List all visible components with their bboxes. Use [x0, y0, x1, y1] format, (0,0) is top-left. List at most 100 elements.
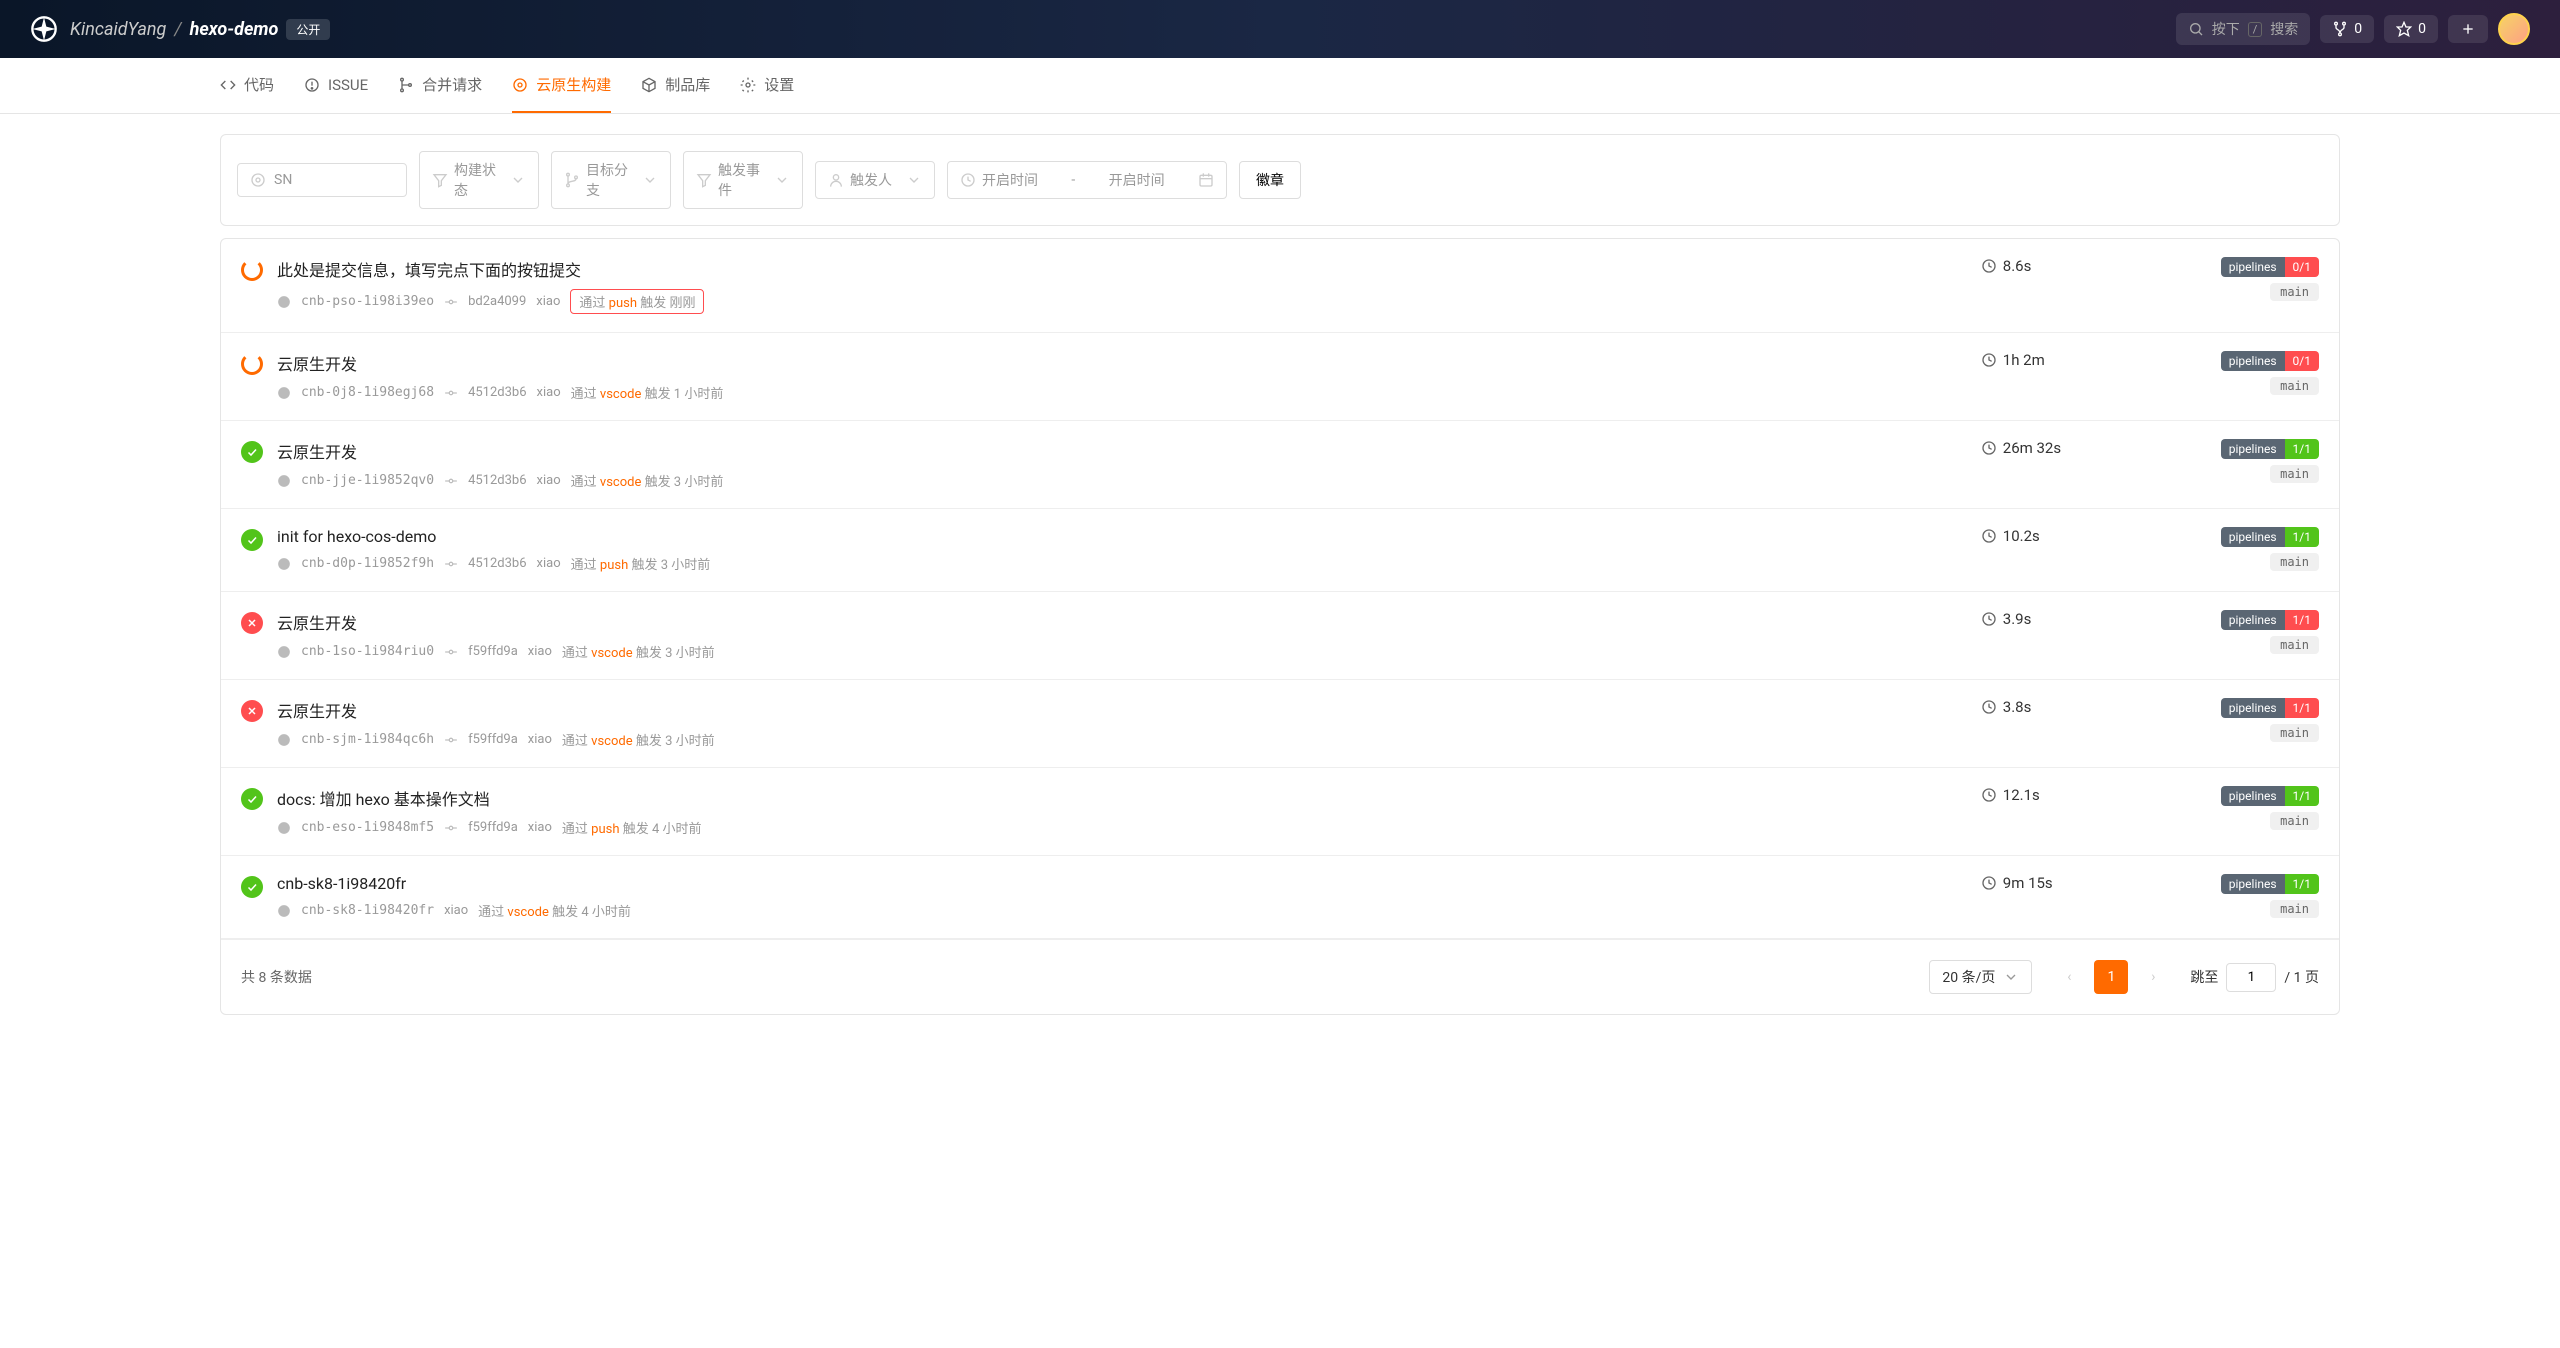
build-title[interactable]: 此处是提交信息，填写完点下面的按钮提交: [277, 257, 1981, 281]
build-id[interactable]: cnb-jje-1i9852qv0: [301, 473, 434, 488]
branch-tag[interactable]: main: [2270, 377, 2319, 395]
trigger-type: vscode: [600, 475, 641, 490]
build-user[interactable]: xiao: [528, 820, 552, 835]
build-row[interactable]: docs: 增加 hexo 基本操作文档 cnb-eso-1i9848mf5 f…: [221, 768, 2339, 856]
build-duration: 9m 15s: [1981, 874, 2221, 892]
build-commit[interactable]: f59ffd9a: [468, 644, 518, 659]
build-id[interactable]: cnb-1so-1i984riu0: [301, 644, 434, 659]
pipeline-badge[interactable]: pipelines 1/1: [2221, 610, 2319, 630]
pipeline-badge[interactable]: pipelines 1/1: [2221, 698, 2319, 718]
trigger-info: 通过 vscode 触发 3 小时前: [562, 730, 715, 749]
trigger-prefix: 通过: [478, 905, 504, 920]
build-row[interactable]: 云原生开发 cnb-1so-1i984riu0 f59ffd9a xiao 通过…: [221, 592, 2339, 680]
build-id[interactable]: cnb-sjm-1i984qc6h: [301, 732, 434, 747]
tab-pr[interactable]: 合并请求: [398, 58, 482, 113]
build-title[interactable]: 云原生开发: [277, 351, 1981, 375]
build-user[interactable]: xiao: [537, 385, 561, 400]
page-prev[interactable]: ‹: [2052, 960, 2086, 994]
build-commit[interactable]: 4512d3b6: [468, 385, 526, 400]
build-commit[interactable]: f59ffd9a: [468, 820, 518, 835]
build-title[interactable]: 云原生开发: [277, 439, 1981, 463]
filter-icon: [696, 172, 712, 188]
trigger-prefix: 通过: [562, 822, 588, 837]
page-jump-input[interactable]: [2226, 963, 2276, 992]
search-input[interactable]: 按下 / 搜索: [2176, 13, 2311, 45]
build-title[interactable]: 云原生开发: [277, 610, 1981, 634]
build-row[interactable]: init for hexo-cos-demo cnb-d0p-1i9852f9h…: [221, 509, 2339, 592]
build-commit[interactable]: f59ffd9a: [468, 732, 518, 747]
pipeline-badge[interactable]: pipelines 1/1: [2221, 874, 2319, 894]
filter-date-range[interactable]: 开启时间 - 开启时间: [947, 161, 1227, 199]
page-current[interactable]: 1: [2094, 960, 2128, 994]
filter-status-select[interactable]: 构建状态: [419, 151, 539, 209]
trigger-type: vscode: [591, 734, 632, 749]
build-user[interactable]: xiao: [444, 903, 468, 918]
build-id[interactable]: cnb-eso-1i9848mf5: [301, 820, 434, 835]
trigger-info: 通过 vscode 触发 1 小时前: [571, 383, 724, 402]
tab-build[interactable]: 云原生构建: [512, 58, 611, 113]
commit-icon: [444, 474, 458, 488]
build-title[interactable]: docs: 增加 hexo 基本操作文档: [277, 786, 1981, 810]
add-button[interactable]: [2448, 15, 2488, 43]
tab-artifact[interactable]: 制品库: [641, 58, 710, 113]
filter-trigger-select[interactable]: 触发人: [815, 161, 935, 199]
pipeline-badge[interactable]: pipelines 0/1: [2221, 257, 2319, 277]
build-duration: 3.8s: [1981, 698, 2221, 716]
pipeline-badge[interactable]: pipelines 0/1: [2221, 351, 2319, 371]
build-user[interactable]: xiao: [536, 294, 560, 309]
per-page-select[interactable]: 20 条/页: [1929, 960, 2032, 994]
tab-issue[interactable]: ISSUE: [304, 58, 368, 113]
badge-button[interactable]: 徽章: [1239, 161, 1301, 199]
tab-settings[interactable]: 设置: [740, 58, 794, 113]
build-user[interactable]: xiao: [528, 644, 552, 659]
build-user[interactable]: xiao: [537, 473, 561, 488]
pipeline-badge[interactable]: pipelines 1/1: [2221, 786, 2319, 806]
build-id[interactable]: cnb-sk8-1i98420fr: [301, 903, 434, 918]
clock-icon: [1981, 699, 1997, 715]
build-id[interactable]: cnb-d0p-1i9852f9h: [301, 556, 434, 571]
build-badges: pipelines 0/1 main: [2221, 257, 2319, 301]
branch-tag[interactable]: main: [2270, 812, 2319, 830]
build-user[interactable]: xiao: [528, 732, 552, 747]
branch-tag[interactable]: main: [2270, 465, 2319, 483]
tab-code[interactable]: 代码: [220, 58, 274, 113]
build-commit[interactable]: 4512d3b6: [468, 473, 526, 488]
build-row[interactable]: cnb-sk8-1i98420fr cnb-sk8-1i98420fr xiao…: [221, 856, 2339, 939]
build-meta: cnb-pso-1i98i39eo bd2a4099 xiao 通过 push …: [277, 289, 1981, 314]
build-title[interactable]: 云原生开发: [277, 698, 1981, 722]
pipeline-label: pipelines: [2221, 874, 2285, 894]
pipeline-badge[interactable]: pipelines 1/1: [2221, 527, 2319, 547]
branch-tag[interactable]: main: [2270, 553, 2319, 571]
build-row[interactable]: 此处是提交信息，填写完点下面的按钮提交 cnb-pso-1i98i39eo bd…: [221, 239, 2339, 333]
build-commit[interactable]: bd2a4099: [468, 294, 526, 309]
trigger-info: 通过 push 触发 3 小时前: [571, 554, 711, 573]
breadcrumb-repo[interactable]: hexo-demo: [190, 19, 279, 40]
branch-tag[interactable]: main: [2270, 724, 2319, 742]
avatar[interactable]: [2498, 13, 2530, 45]
status-fail-icon: [241, 700, 263, 722]
build-row[interactable]: 云原生开发 cnb-0j8-1i98egj68 4512d3b6 xiao 通过…: [221, 333, 2339, 421]
build-row[interactable]: 云原生开发 cnb-sjm-1i984qc6h f59ffd9a xiao 通过…: [221, 680, 2339, 768]
branch-tag[interactable]: main: [2270, 636, 2319, 654]
build-main: 云原生开发 cnb-1so-1i984riu0 f59ffd9a xiao 通过…: [277, 610, 1981, 661]
clock-icon: [1981, 787, 1997, 803]
filter-branch-select[interactable]: 目标分支: [551, 151, 671, 209]
build-user[interactable]: xiao: [537, 556, 561, 571]
build-title[interactable]: cnb-sk8-1i98420fr: [277, 874, 1981, 893]
build-id[interactable]: cnb-pso-1i98i39eo: [301, 294, 434, 309]
build-row[interactable]: 云原生开发 cnb-jje-1i9852qv0 4512d3b6 xiao 通过…: [221, 421, 2339, 509]
branch-tag[interactable]: main: [2270, 900, 2319, 918]
star-button[interactable]: 0: [2384, 15, 2438, 43]
build-main: cnb-sk8-1i98420fr cnb-sk8-1i98420fr xiao…: [277, 874, 1981, 920]
build-title[interactable]: init for hexo-cos-demo: [277, 527, 1981, 546]
filter-event-select[interactable]: 触发事件: [683, 151, 803, 209]
branch-tag[interactable]: main: [2270, 283, 2319, 301]
filter-sn-input[interactable]: SN: [237, 163, 407, 197]
build-commit[interactable]: 4512d3b6: [468, 556, 526, 571]
pipeline-badge[interactable]: pipelines 1/1: [2221, 439, 2319, 459]
fork-button[interactable]: 0: [2320, 15, 2374, 43]
page-next[interactable]: ›: [2136, 960, 2170, 994]
breadcrumb-owner[interactable]: KincaidYang: [70, 19, 166, 40]
pipeline-label: pipelines: [2221, 786, 2285, 806]
build-id[interactable]: cnb-0j8-1i98egj68: [301, 385, 434, 400]
